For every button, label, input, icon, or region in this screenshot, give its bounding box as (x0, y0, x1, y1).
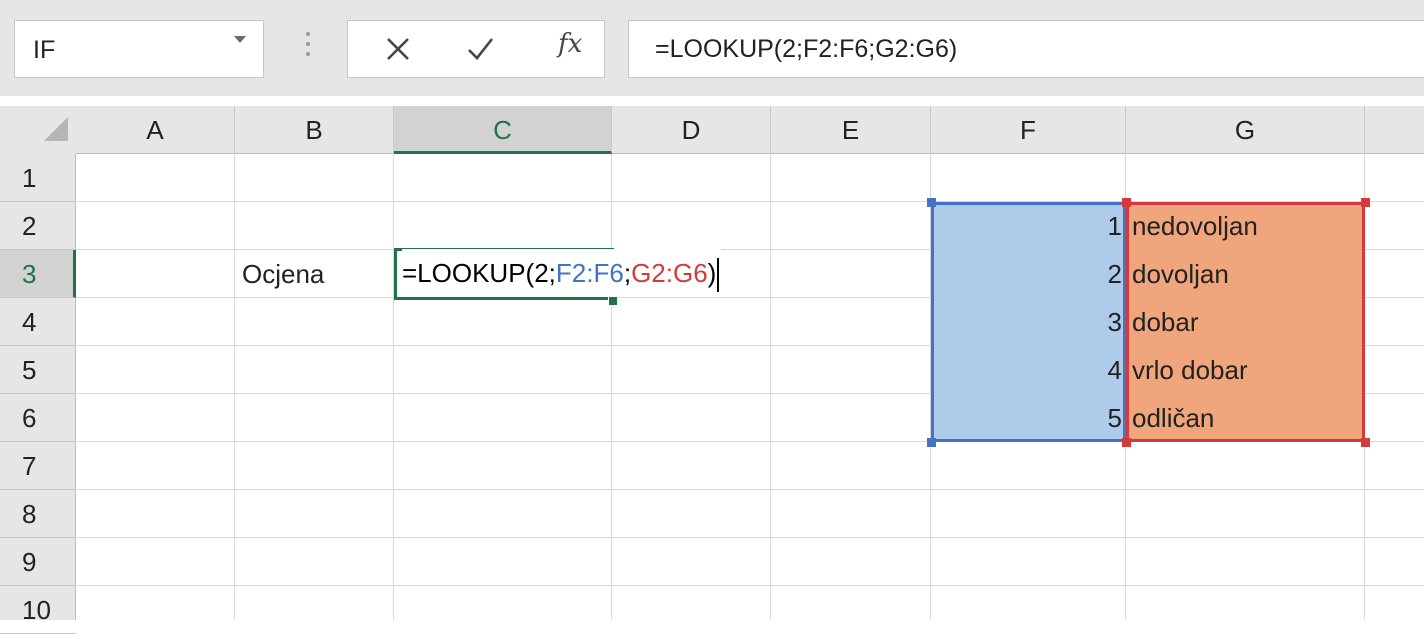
formula-buttons: fx (347, 20, 605, 78)
gridline (76, 489, 1424, 490)
fill-handle[interactable] (608, 296, 618, 306)
row-header-10[interactable]: 10 (0, 586, 76, 634)
cell-f3[interactable]: 2 (931, 250, 1126, 298)
edit-sep: ; (623, 258, 632, 288)
edit-suffix: ) (707, 258, 717, 288)
column-header-b[interactable]: B (235, 106, 394, 154)
row-header-8[interactable]: 8 (0, 490, 76, 538)
select-all-icon[interactable] (44, 117, 68, 141)
cell-f5[interactable]: 4 (931, 346, 1126, 394)
formula-input[interactable]: =LOOKUP(2;F2:F6;G2:G6) (628, 20, 1424, 78)
column-header-g[interactable]: G (1126, 106, 1365, 154)
column-header-e[interactable]: E (771, 106, 931, 154)
column-header-d[interactable]: D (612, 106, 771, 154)
cell-g5[interactable]: vrlo dobar (1126, 346, 1365, 394)
row-header-5[interactable]: 5 (0, 346, 76, 394)
cell-f2[interactable]: 1 (931, 202, 1126, 250)
drag-handle-icon[interactable] (306, 32, 310, 62)
column-header-c[interactable]: C (394, 106, 612, 154)
gridline (611, 154, 612, 620)
gridline (770, 154, 771, 620)
cell-g4[interactable]: dobar (1126, 298, 1365, 346)
formula-text: =LOOKUP(2;F2:F6;G2:G6) (655, 35, 958, 63)
column-header-a[interactable]: A (76, 106, 235, 154)
gridline (76, 537, 1424, 538)
cell-f6[interactable]: 5 (931, 394, 1126, 442)
name-box[interactable]: IF (14, 20, 264, 78)
gridline (76, 585, 1424, 586)
name-box-value: IF (33, 36, 56, 64)
row-header-4[interactable]: 4 (0, 298, 76, 346)
row-header-6[interactable]: 6 (0, 394, 76, 442)
edit-ref-f: F2:F6 (555, 258, 624, 288)
row-header-2[interactable]: 2 (0, 202, 76, 250)
cell-g6[interactable]: odličan (1126, 394, 1365, 442)
gridline (234, 154, 235, 620)
close-icon[interactable] (378, 21, 418, 77)
cell-g2[interactable]: nedovoljan (1126, 202, 1365, 250)
cell-g3[interactable]: dovoljan (1126, 250, 1365, 298)
row-header-7[interactable]: 7 (0, 442, 76, 490)
cell-c3-editor[interactable]: =LOOKUP(2;F2:F6;G2:G6) (402, 249, 722, 297)
fx-icon[interactable]: fx (558, 29, 582, 59)
row-header-9[interactable]: 9 (0, 538, 76, 586)
cell-b3[interactable]: Ocjena (236, 250, 394, 298)
chevron-down-icon[interactable] (234, 36, 246, 43)
edit-ref-g: G2:G6 (631, 258, 708, 288)
text-caret (717, 258, 720, 293)
gridline (393, 154, 394, 620)
check-icon[interactable] (460, 21, 500, 77)
column-header-f[interactable]: F (931, 106, 1126, 154)
edit-prefix: =LOOKUP(2; (402, 258, 556, 288)
cell-f4[interactable]: 3 (931, 298, 1126, 346)
row-header-1[interactable]: 1 (0, 154, 76, 202)
row-header-3[interactable]: 3 (0, 250, 76, 298)
